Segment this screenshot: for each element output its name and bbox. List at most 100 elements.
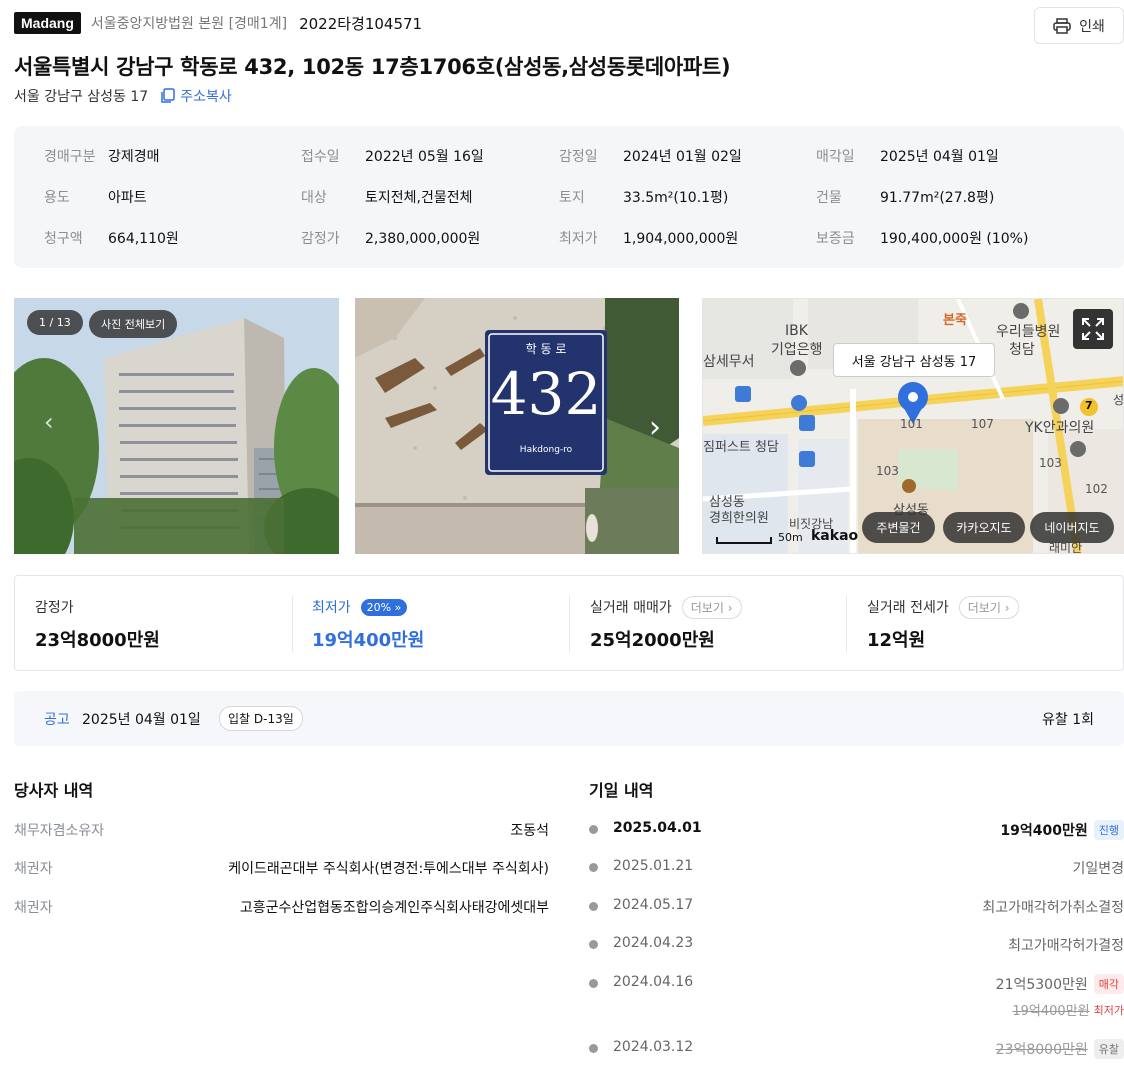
min-price-value: 19억400만원 xyxy=(312,630,425,651)
party-row: 채권자 케이드래곤대부 주식회사(변경전:투에스대부 주식회사) xyxy=(14,861,549,877)
header-bar: Madang 서울중앙지방법원 본원 [경매1계] 2022타경104571 xyxy=(14,12,422,34)
nearby-properties-button[interactable]: 주변물건 xyxy=(862,512,935,543)
print-button[interactable]: 인쇄 xyxy=(1034,7,1124,44)
date-row: 2024.04.23 최고가매각허가결정 xyxy=(589,935,1124,955)
trade-more-button[interactable]: 더보기 › xyxy=(681,595,742,619)
parties-title: 당사자 내역 xyxy=(14,781,94,800)
info-item: 매각일 2025년 04월 01일 xyxy=(816,149,999,165)
map-label: 성 xyxy=(1113,393,1124,407)
timeline-dot xyxy=(589,979,598,988)
sign-top-text: 학 동 로 xyxy=(525,342,567,356)
map-scale: 50m xyxy=(778,531,803,544)
case-number: 2022타경104571 xyxy=(299,14,423,33)
map-label: IBK xyxy=(785,323,808,339)
price-summary: 감정가 23억8000만원 최저가 20% » 19억400만원 실거래 매매가… xyxy=(14,575,1124,671)
date-row: 2024.05.17 최고가매각허가취소결정 xyxy=(589,897,1124,917)
notice-date: 2025년 04월 01일 xyxy=(82,712,201,728)
info-item: 용도 아파트 xyxy=(44,190,147,206)
map-label: 7 xyxy=(1085,399,1093,412)
map-address-tooltip: 서울 강남구 삼성동 17 xyxy=(833,343,995,377)
map-label: 삼세무서 xyxy=(703,354,755,370)
jeonse-more-button[interactable]: 더보기 › xyxy=(958,595,1019,619)
min-price-tag: 최저가 xyxy=(1093,1003,1124,1017)
divider xyxy=(569,596,570,652)
status-badge: 진행 xyxy=(1093,820,1124,840)
appraisal-price: 감정가 23억8000만원 xyxy=(35,596,160,652)
chevron-right-icon: › xyxy=(727,600,733,615)
map-label: 본죽 xyxy=(943,313,967,328)
date-row: 2025.01.21 기일변경 xyxy=(589,858,1124,878)
next-photo-icon[interactable]: › xyxy=(649,410,661,445)
map-label: 102 xyxy=(1085,482,1108,496)
map-label: 짐퍼스트 청담 xyxy=(703,440,779,455)
photo-apartment[interactable]: ‹ 1 / 13 사진 전체보기 xyxy=(14,298,339,554)
chevron-right-icon: › xyxy=(1004,600,1010,615)
divider xyxy=(292,596,293,652)
map-label: 경희한의원 xyxy=(709,511,769,526)
sign-bottom-text: Hakdong-ro xyxy=(519,445,573,455)
view-all-photos-button[interactable]: 사진 전체보기 xyxy=(89,310,178,338)
date-row: 2024.04.16 21억5300만원 매각 19억400만원 최저가 xyxy=(589,974,1124,1024)
jeonse-price-value: 12억원 xyxy=(867,630,926,651)
info-item: 대상 토지전체,건물전체 xyxy=(301,190,473,206)
status-badge: 유찰 xyxy=(1093,1039,1124,1059)
copy-address-label: 주소복사 xyxy=(180,89,232,105)
map-label: 103 xyxy=(1039,456,1062,470)
date-row: 2024.03.12 23억8000만원 유찰 xyxy=(589,1039,1124,1059)
kakao-logo: kakao xyxy=(811,528,859,544)
status-badge: 매각 xyxy=(1093,974,1124,994)
print-label: 인쇄 xyxy=(1079,18,1105,35)
expand-icon xyxy=(1082,318,1104,340)
dday-badge: 입찰 D-13일 xyxy=(219,706,303,731)
notice-label: 공고 xyxy=(44,712,70,728)
timeline-dot xyxy=(589,902,598,911)
map-label: 기업은행 xyxy=(771,342,823,358)
info-item: 청구액 664,110원 xyxy=(44,231,179,247)
timeline-dot xyxy=(589,825,598,834)
photo-address-sign[interactable]: 학 동 로 432 Hakdong-ro › xyxy=(355,298,679,554)
struck-min-price: 19억400만원 xyxy=(1012,1004,1090,1019)
map-label: 우리들병원 xyxy=(996,324,1061,340)
trade-price-label: 실거래 매매가 xyxy=(590,600,672,616)
fullscreen-button[interactable] xyxy=(1073,309,1113,349)
sub-address: 서울 강남구 삼성동 17 xyxy=(14,89,149,105)
party-row: 채권자 고흥군수산업협동조합의승계인주식회사태강에셋대부 xyxy=(14,900,549,916)
sign-number: 432 xyxy=(490,360,602,428)
timeline-dot xyxy=(589,940,598,949)
map-label: YK안과의원 xyxy=(1025,420,1095,436)
location-map[interactable]: IBK 기업은행 삼세무서 본죽 우리들병원 청담 YK안과의원 101 107… xyxy=(702,298,1124,554)
kakao-map-button[interactable]: 카카오지도 xyxy=(943,512,1025,543)
madang-logo[interactable]: Madang xyxy=(14,12,81,34)
info-item: 경매구분 강제경매 xyxy=(44,149,160,165)
apartment-image: ‹ xyxy=(14,298,339,554)
date-row: 2025.04.01 19억400만원 진행 xyxy=(589,820,1124,840)
map-label: 103 xyxy=(876,464,899,478)
party-row: 채무자겸소유자 조동석 xyxy=(14,823,549,839)
jeonse-price-label: 실거래 전세가 xyxy=(867,600,949,616)
min-price-rate-badge[interactable]: 20% » xyxy=(360,598,408,616)
info-item: 건물 91.77m²(27.8평) xyxy=(816,190,995,206)
copy-address-button[interactable]: 주소복사 xyxy=(160,86,232,106)
court-name: 서울중앙지방법원 본원 [경매1계] xyxy=(90,16,288,32)
jeonse-price: 실거래 전세가 더보기 › 12억원 xyxy=(867,595,1019,652)
map-label: 청담 xyxy=(1009,342,1035,358)
info-item: 최저가 1,904,000,000원 xyxy=(559,231,739,247)
sub-address-row: 서울 강남구 삼성동 17 주소복사 xyxy=(14,86,232,106)
property-title: 서울특별시 강남구 학동로 432, 102동 17층1706호(삼성동,삼성동… xyxy=(14,55,731,79)
min-price: 최저가 20% » 19억400만원 xyxy=(312,596,424,652)
info-item: 토지 33.5m²(10.1평) xyxy=(559,190,729,206)
appraisal-label: 감정가 xyxy=(35,600,74,616)
trade-price: 실거래 매매가 더보기 › 25억2000만원 xyxy=(590,595,742,652)
divider xyxy=(846,596,847,652)
map-label: 101 xyxy=(900,417,923,431)
map-label: 107 xyxy=(971,417,994,431)
double-chevron-down-icon: » xyxy=(394,600,402,614)
info-item: 보증금 190,400,000원 (10%) xyxy=(816,231,1029,247)
auction-notice-bar: 공고 2025년 04월 01일 입찰 D-13일 유찰 1회 xyxy=(14,691,1124,746)
naver-map-button[interactable]: 네이버지도 xyxy=(1030,512,1114,543)
info-item: 감정가 2,380,000,000원 xyxy=(301,231,481,247)
dates-title: 기일 내역 xyxy=(589,781,654,800)
info-item: 접수일 2022년 05월 16일 xyxy=(301,149,484,165)
appraisal-value: 23억8000만원 xyxy=(35,630,160,651)
timeline-dot xyxy=(589,1044,598,1053)
